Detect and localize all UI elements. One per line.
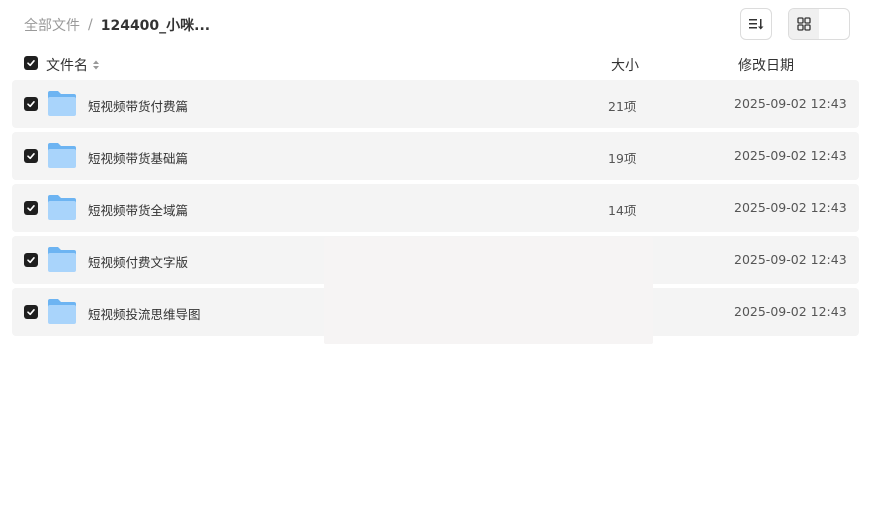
file-size: 19项: [608, 151, 637, 166]
folder-icon: [48, 195, 76, 220]
checkmark-icon: [27, 309, 35, 316]
file-date: 2025-09-02 12:43: [734, 200, 847, 215]
select-all-checkbox[interactable]: [24, 56, 38, 70]
top-bar: 全部文件 / 124400_小咪...: [0, 0, 874, 48]
row-checkbox[interactable]: [24, 305, 38, 319]
file-date: 2025-09-02 12:43: [734, 148, 847, 163]
column-name-label: 文件名: [46, 58, 88, 74]
file-size: 14项: [608, 203, 637, 218]
file-date: 2025-09-02 12:43: [734, 304, 847, 319]
column-header-size[interactable]: 大小: [611, 55, 639, 75]
checkmark-icon: [27, 101, 35, 108]
column-header-name[interactable]: 文件名: [46, 55, 100, 75]
file-date: 2025-09-02 12:43: [734, 252, 847, 267]
breadcrumb-root-link[interactable]: 全部文件: [24, 15, 80, 35]
checkmark-icon: [27, 205, 35, 212]
folder-icon: [48, 143, 76, 168]
breadcrumb: 全部文件 / 124400_小咪...: [24, 15, 210, 35]
checkmark-icon: [27, 60, 35, 67]
file-date: 2025-09-02 12:43: [734, 96, 847, 111]
checkmark-icon: [27, 257, 35, 264]
file-size: 21项: [608, 99, 637, 114]
row-checkbox[interactable]: [24, 97, 38, 111]
row-checkbox[interactable]: [24, 149, 38, 163]
file-name[interactable]: 短视频投流思维导图: [88, 304, 201, 323]
row-checkbox[interactable]: [24, 201, 38, 215]
row-checkbox[interactable]: [24, 253, 38, 267]
breadcrumb-current: 124400_小咪...: [100, 18, 211, 34]
table-row[interactable]: 短视频带货付费篇 21项 2025-09-02 12:43: [12, 80, 859, 128]
grid-view-icon: [797, 17, 811, 31]
grid-view-button[interactable]: [789, 9, 819, 39]
folder-icon: [48, 299, 76, 324]
file-name[interactable]: 短视频付费文字版: [88, 252, 188, 271]
table-row[interactable]: 短视频带货基础篇 19项 2025-09-02 12:43: [12, 132, 859, 180]
view-toggle: [788, 8, 850, 40]
column-header-date[interactable]: 修改日期: [738, 55, 794, 75]
sort-button[interactable]: [740, 8, 772, 40]
breadcrumb-separator: /: [88, 17, 93, 33]
folder-icon: [48, 91, 76, 116]
table-row[interactable]: 短视频带货全域篇 14项 2025-09-02 12:43: [12, 184, 859, 232]
file-name[interactable]: 短视频带货付费篇: [88, 96, 188, 115]
sort-lines-icon: [749, 19, 764, 30]
file-name[interactable]: 短视频带货基础篇: [88, 148, 188, 167]
folder-icon: [48, 247, 76, 272]
blank-overlay-panel: [324, 237, 653, 344]
table-header: 文件名 大小 修改日期: [12, 52, 859, 76]
sort-caret-icon: [92, 59, 100, 71]
file-name[interactable]: 短视频带货全域篇: [88, 200, 188, 219]
checkmark-icon: [27, 153, 35, 160]
